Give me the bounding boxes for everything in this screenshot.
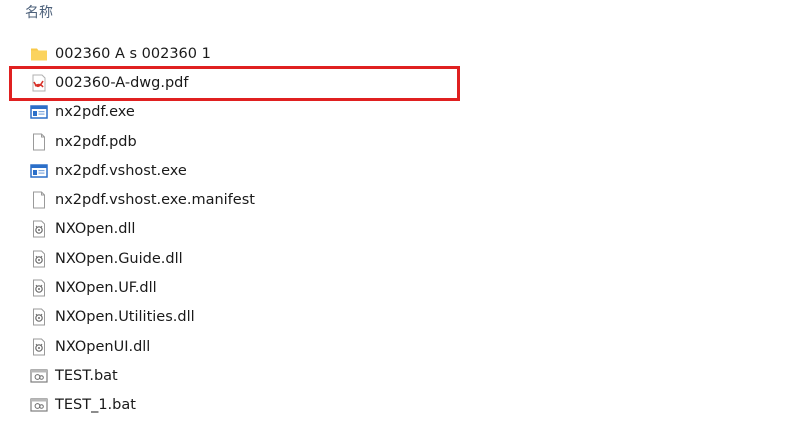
pdf-icon: [30, 74, 48, 92]
dll-icon: [30, 250, 48, 268]
file-icon: [30, 133, 48, 151]
list-item[interactable]: NXOpen.Utilities.dll: [0, 303, 795, 332]
dll-icon: [30, 338, 48, 356]
file-name: NXOpen.UF.dll: [55, 280, 157, 297]
list-item[interactable]: NXOpen.Guide.dll: [0, 244, 795, 273]
list-item[interactable]: NXOpen.dll: [0, 215, 795, 244]
file-name: nx2pdf.exe: [55, 104, 135, 121]
file-name: nx2pdf.pdb: [55, 133, 137, 150]
list-item[interactable]: NXOpen.UF.dll: [0, 273, 795, 302]
column-header-name[interactable]: 名称: [25, 2, 53, 24]
list-item[interactable]: 002360-A-dwg.pdf: [0, 68, 795, 97]
bat-icon: [30, 396, 48, 414]
file-icon: [30, 191, 48, 209]
list-item[interactable]: nx2pdf.pdb: [0, 127, 795, 156]
exe-icon: [30, 162, 48, 180]
file-name: 002360-A-dwg.pdf: [55, 74, 189, 91]
file-name: nx2pdf.vshost.exe.manifest: [55, 192, 255, 209]
bat-icon: [30, 367, 48, 385]
file-name: NXOpenUI.dll: [55, 338, 151, 355]
list-item[interactable]: TEST_1.bat: [0, 391, 795, 420]
file-name: NXOpen.Utilities.dll: [55, 309, 195, 326]
list-item[interactable]: nx2pdf.vshost.exe: [0, 156, 795, 185]
file-name: NXOpen.dll: [55, 221, 136, 238]
dll-icon: [30, 279, 48, 297]
list-item[interactable]: nx2pdf.exe: [0, 98, 795, 127]
exe-icon: [30, 103, 48, 121]
list-item[interactable]: NXOpenUI.dll: [0, 332, 795, 361]
list-item[interactable]: nx2pdf.vshost.exe.manifest: [0, 185, 795, 214]
file-name: 002360 A s 002360 1: [55, 45, 211, 62]
file-name: TEST_1.bat: [55, 397, 136, 414]
dll-icon: [30, 308, 48, 326]
dll-icon: [30, 220, 48, 238]
file-list: 002360 A s 002360 1 002360-A-dwg.pdf nx2…: [0, 39, 795, 420]
list-item[interactable]: TEST.bat: [0, 361, 795, 390]
folder-icon: [30, 45, 48, 63]
file-name: nx2pdf.vshost.exe: [55, 162, 187, 179]
file-name: TEST.bat: [55, 367, 118, 384]
list-item[interactable]: 002360 A s 002360 1: [0, 39, 795, 68]
file-name: NXOpen.Guide.dll: [55, 250, 183, 267]
